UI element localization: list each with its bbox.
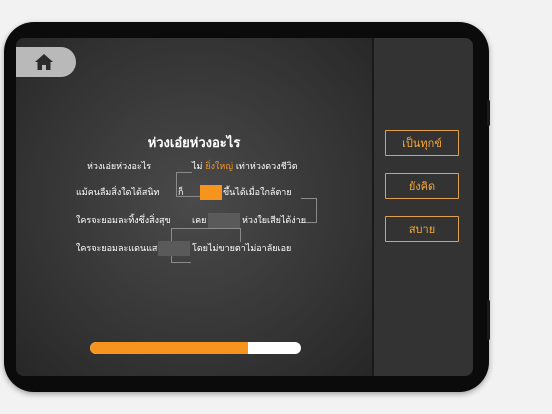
rhyme-line [240, 228, 241, 242]
poem-title: ห่วงเอ๋ยห่วงอะไร [147, 136, 241, 151]
answer-option-3[interactable]: สบาย [385, 216, 459, 242]
home-button[interactable] [16, 47, 76, 77]
tablet-side-button [487, 300, 490, 340]
answer-panel [374, 38, 473, 376]
rhyme-line [176, 172, 192, 173]
highlighted-word: ยิ่งใหญ่ [205, 162, 233, 172]
poem-line: แม้คนลืมสิ่งใดได้สนิท [76, 188, 160, 198]
progress-bar [90, 342, 301, 354]
progress-fill [90, 342, 249, 354]
rhyme-line [301, 198, 317, 199]
rhyme-line [176, 172, 177, 196]
poem-line: ไม่ ยิ่งใหญ่ เท่าห่วงดวงชีวิต [192, 162, 298, 172]
poem-line-end: ขึ้นได้เมื่อใกล้ตาย [223, 188, 292, 198]
rhyme-line [171, 262, 191, 263]
poem-line: ห่วงเอ่ยห่วงอะไร [87, 162, 152, 172]
game-area: ห่วงเอ๋ยห่วงอะไร ห่วงเอ่ยห่วงอะไร ไม่ ยิ… [16, 38, 372, 376]
poem-line-start: ก็ [178, 188, 184, 198]
rhyme-line [316, 198, 317, 223]
answer-blank[interactable] [200, 185, 222, 200]
tablet-side-button [487, 100, 490, 126]
poem-line-start: เคย [192, 216, 207, 226]
answer-blank[interactable] [208, 213, 240, 228]
home-icon [35, 54, 53, 70]
answer-blank[interactable] [158, 241, 190, 256]
rhyme-line [171, 228, 241, 229]
answer-option-2[interactable]: ยังคิด [385, 173, 459, 199]
poem-line: ใครจะยอมละทิ้งซึ่งสิ่งสุข [76, 216, 171, 226]
poem-line-end: ห่วงใยเสียได้ง่าย [242, 216, 306, 226]
answer-option-1[interactable]: เป็นทุกข์ [385, 130, 459, 156]
rhyme-line [176, 196, 200, 197]
poem-line: ใครจะยอมละแดนแสน [76, 244, 164, 254]
tablet-screen: ห่วงเอ๋ยห่วงอะไร ห่วงเอ่ยห่วงอะไร ไม่ ยิ… [16, 38, 473, 376]
poem-line: โดยไม่ขายตาไม่อาลัยเอย [192, 244, 292, 254]
